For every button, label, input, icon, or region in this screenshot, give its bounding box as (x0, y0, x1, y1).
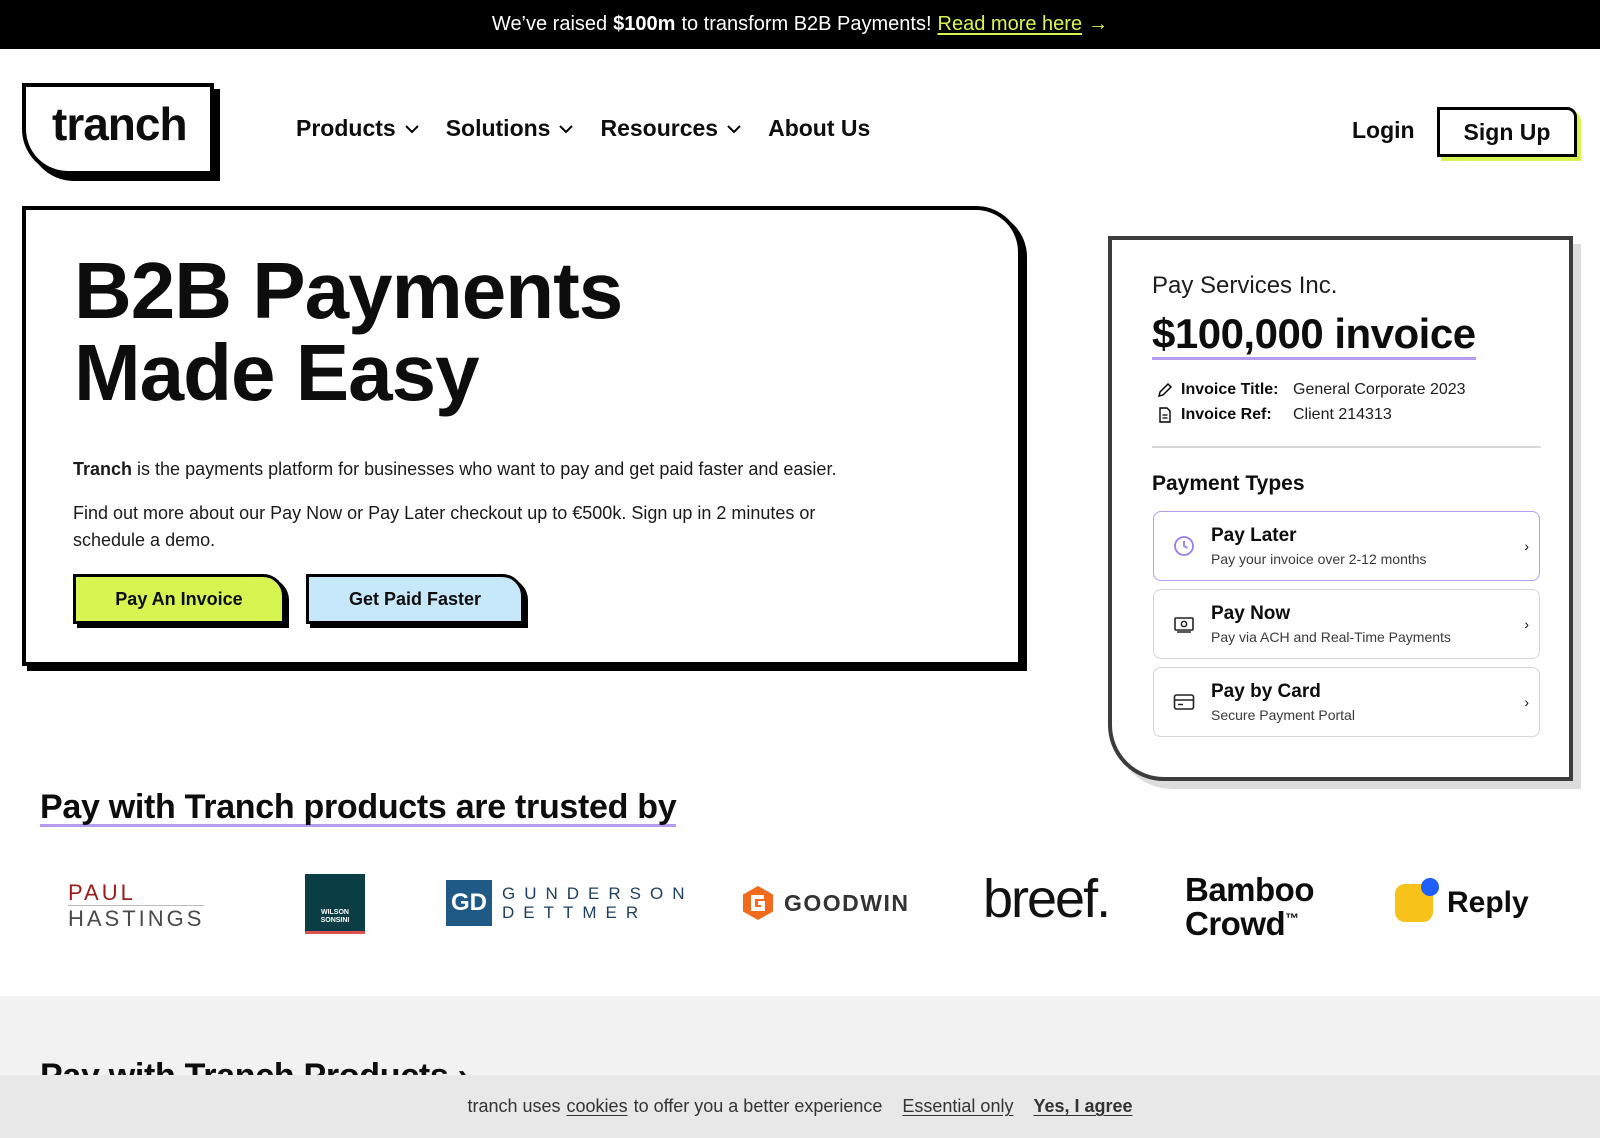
gunderson-line2: DETTMER (502, 903, 648, 922)
bamboo-line2: Crowd (1185, 905, 1286, 942)
paul-hastings-line1: PAUL (68, 880, 136, 905)
arrow-right-icon[interactable]: → (1088, 13, 1108, 36)
cookie-prefix: tranch uses (467, 1096, 561, 1116)
nav-solutions[interactable]: Solutions (446, 115, 575, 142)
client-logos: PAUL HASTINGS WILSON SONSINI GD GUNDERSO… (0, 860, 1600, 960)
invoice-ref-value: Client 214313 (1293, 406, 1392, 423)
hero-title-line2: Made Easy (74, 328, 480, 417)
wilson-line2: SONSINI (320, 917, 350, 924)
goodwin-mark-icon (743, 886, 773, 920)
hero-title: B2B Payments Made Easy (74, 250, 623, 417)
bamboo-trademark: ™ (1285, 910, 1299, 926)
option-pay-by-card-name: Pay by Card (1211, 681, 1321, 702)
trusted-by-title: Pay with Tranch products are trusted by (40, 788, 677, 827)
announcement-prefix: We’ve raised (491, 13, 608, 35)
cookie-suffix: to offer you a better experience (633, 1096, 883, 1116)
chevron-down-icon (559, 124, 574, 133)
option-pay-now-name: Pay Now (1211, 603, 1291, 624)
paul-hastings-logo: PAUL HASTINGS (68, 880, 205, 931)
announcement-bar: We’ve raised $100m to transform B2B Paym… (0, 0, 1600, 49)
gunderson-line1: GUNDERSON (502, 884, 694, 903)
cookie-banner: tranch uses cookies to offer you a bette… (0, 1075, 1600, 1138)
bamboo-crowd-logo: Bamboo Crowd™ (1185, 873, 1315, 940)
hero-intro: Tranch is the payments platform for busi… (73, 456, 893, 483)
nav-resources-label: Resources (600, 115, 719, 141)
announcement-amount: $100m (613, 13, 676, 35)
invoice-card: Pay Services Inc. $100,000 invoice Invoi… (1108, 236, 1573, 781)
main-nav: Products Solutions Resources About Us (296, 115, 870, 142)
invoice-title-value: General Corporate 2023 (1293, 381, 1466, 398)
option-pay-now-desc: Pay via ACH and Real-Time Payments (1211, 629, 1451, 645)
invoice-title-row: Invoice Title: General Corporate 2023 (1157, 381, 1466, 399)
chevron-down-icon (404, 124, 419, 133)
option-pay-later-desc: Pay your invoice over 2-12 months (1211, 551, 1427, 567)
tranch-logo[interactable]: tranch (22, 83, 220, 181)
breef-logo: breef. (983, 869, 1111, 929)
option-pay-now[interactable]: Pay Now Pay via ACH and Real-Time Paymen… (1153, 589, 1540, 659)
goodwin-logo: GOODWIN (742, 885, 910, 921)
option-pay-later-name: Pay Later (1211, 525, 1297, 546)
option-pay-now-text: Pay Now Pay via ACH and Real-Time Paymen… (1211, 603, 1451, 645)
payment-types-title: Payment Types (1152, 472, 1305, 495)
nav-about-us[interactable]: About Us (768, 115, 870, 142)
wilson-sonsini-logo: WILSON SONSINI (305, 874, 365, 934)
nav-products[interactable]: Products (296, 115, 420, 142)
invoice-amount: $100,000 invoice (1152, 312, 1476, 360)
pencil-icon (1157, 382, 1173, 398)
hero-intro-text: is the payments platform for businesses … (137, 459, 837, 479)
announcement-link[interactable]: Read more here (938, 13, 1083, 36)
wilson-line1: WILSON (320, 909, 349, 916)
login-link[interactable]: Login (1352, 117, 1415, 144)
hero-details: Find out more about our Pay Now or Pay L… (73, 503, 816, 550)
gunderson-monogram: GD (446, 880, 492, 926)
chevron-down-icon (727, 124, 741, 133)
gunderson-text: GUNDERSON DETTMER (502, 884, 694, 922)
logo-wordmark: tranch (52, 98, 188, 150)
option-pay-later[interactable]: Pay Later Pay your invoice over 2-12 mon… (1153, 511, 1540, 581)
pay-invoice-button[interactable]: Pay An Invoice (73, 574, 285, 624)
goodwin-text: GOODWIN (784, 889, 910, 916)
cash-icon (1174, 617, 1194, 633)
option-pay-later-text: Pay Later Pay your invoice over 2-12 mon… (1211, 525, 1427, 567)
hero-card: B2B Payments Made Easy Tranch is the pay… (22, 206, 1022, 666)
chevron-right-icon: › (1524, 694, 1529, 710)
bamboo-line1: Bamboo (1185, 871, 1315, 908)
nav-solutions-label: Solutions (445, 115, 551, 141)
nav-about-label: About Us (768, 115, 871, 141)
nav-products-label: Products (296, 115, 396, 141)
reply-mark-icon (1395, 878, 1439, 922)
gunderson-dettmer-logo: GD GUNDERSON DETTMER (446, 880, 694, 926)
invoice-ref-label: Invoice Ref: (1181, 406, 1272, 423)
document-icon (1159, 407, 1171, 423)
nav-resources[interactable]: Resources (600, 115, 742, 142)
invoice-divider (1152, 446, 1541, 448)
option-pay-by-card[interactable]: Pay by Card Secure Payment Portal › (1153, 667, 1540, 737)
chevron-right-icon: › (1524, 616, 1529, 632)
agree-button[interactable]: Yes, I agree (1033, 1096, 1132, 1117)
option-pay-by-card-text: Pay by Card Secure Payment Portal (1211, 681, 1355, 723)
reply-logo: Reply (1395, 878, 1529, 922)
option-pay-by-card-desc: Secure Payment Portal (1211, 707, 1355, 723)
paul-hastings-line2: HASTINGS (68, 905, 205, 931)
chevron-right-icon: › (1524, 538, 1529, 554)
card-icon (1173, 694, 1195, 710)
announcement-suffix: to transform B2B Payments! (681, 13, 932, 35)
signup-button[interactable]: Sign Up (1437, 107, 1577, 157)
essential-only-button[interactable]: Essential only (902, 1096, 1013, 1117)
cookie-policy-link[interactable]: cookies (567, 1096, 628, 1117)
hero-title-line1: B2B Payments (74, 246, 623, 335)
clock-icon (1174, 536, 1194, 556)
invoice-ref-row: Invoice Ref: Client 214313 (1157, 406, 1392, 424)
invoice-title-label: Invoice Title: (1181, 381, 1279, 398)
hero-brand: Tranch (73, 459, 133, 479)
reply-text: Reply (1447, 886, 1529, 919)
get-paid-faster-button[interactable]: Get Paid Faster (306, 574, 524, 624)
invoice-company: Pay Services Inc. (1152, 272, 1338, 299)
